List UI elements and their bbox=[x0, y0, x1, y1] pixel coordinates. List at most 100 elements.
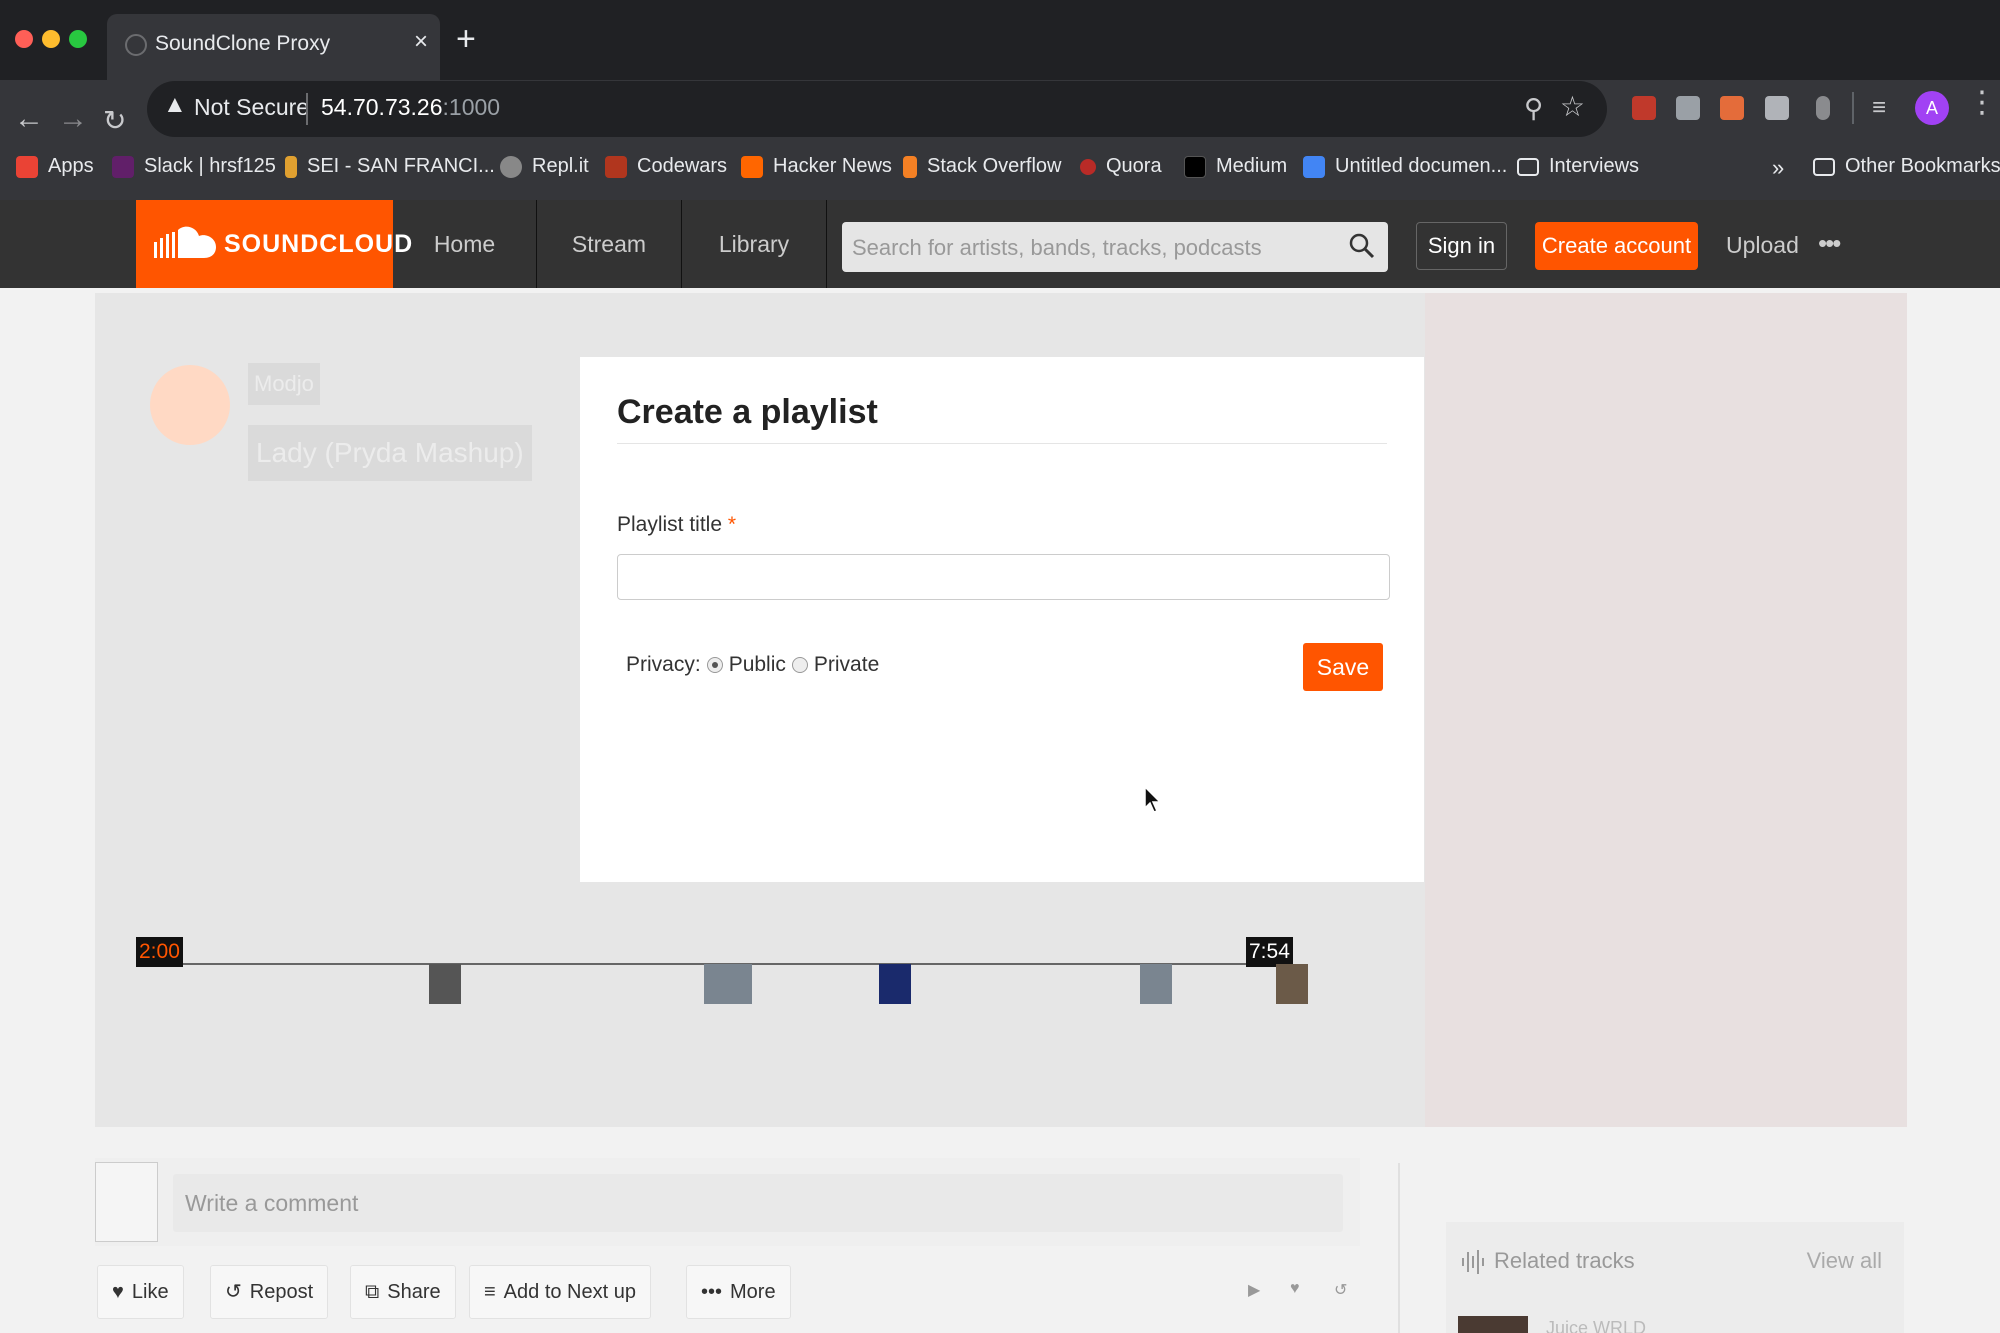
security-label[interactable]: Not Secure bbox=[194, 94, 309, 121]
more-options-icon[interactable]: ••• bbox=[1818, 228, 1841, 259]
codewars-icon bbox=[605, 155, 627, 178]
search-input[interactable]: Search for artists, bands, tracks, podca… bbox=[842, 222, 1388, 272]
comment-avatar-thumb[interactable] bbox=[1276, 964, 1308, 1004]
google-docs-icon bbox=[1303, 155, 1325, 178]
apps-grid-icon bbox=[16, 155, 38, 178]
current-time: 2:00 bbox=[136, 937, 183, 967]
url-text[interactable]: 54.70.73.26:1000 bbox=[321, 94, 500, 121]
quora-icon bbox=[1080, 158, 1096, 175]
repost-icon: ↺ bbox=[225, 1281, 242, 1303]
browser-tab-bar: SoundClone Proxy × + bbox=[0, 0, 2000, 80]
bookmarks-bar: Apps Slack | hrsf125 SEI - SAN FRANCI...… bbox=[0, 145, 2000, 200]
related-track-artwork[interactable] bbox=[1458, 1316, 1528, 1333]
queue-add-icon: ≡ bbox=[484, 1281, 496, 1303]
share-button[interactable]: ⧉ Share bbox=[350, 1265, 456, 1319]
bookmark-apps[interactable]: Apps bbox=[16, 155, 94, 178]
zoom-icon[interactable]: ⚲ bbox=[1524, 93, 1543, 124]
search-placeholder: Search for artists, bands, tracks, podca… bbox=[852, 235, 1262, 260]
extension-k-icon[interactable] bbox=[1676, 96, 1700, 120]
new-tab-button[interactable]: + bbox=[456, 22, 476, 56]
bookmark-sei[interactable]: SEI - SAN FRANCI... bbox=[285, 155, 495, 178]
nav-stream[interactable]: Stream bbox=[537, 200, 682, 288]
likes-count-icon: ♥ bbox=[1290, 1280, 1300, 1297]
related-track-artist[interactable]: Juice WRLD bbox=[1546, 1318, 1646, 1333]
user-avatar bbox=[95, 1162, 158, 1242]
sign-in-button[interactable]: Sign in bbox=[1416, 222, 1507, 270]
toolbar-separator bbox=[1852, 92, 1854, 124]
mouse-cursor-icon bbox=[1144, 786, 1162, 813]
extension-chat-icon[interactable] bbox=[1765, 96, 1789, 120]
bookmark-slack[interactable]: Slack | hrsf125 bbox=[112, 155, 276, 178]
nav-library[interactable]: Library bbox=[682, 200, 827, 288]
comment-avatar-thumb[interactable] bbox=[879, 964, 911, 1004]
reload-icon[interactable]: ↻ bbox=[103, 104, 126, 137]
maximize-window-button[interactable] bbox=[69, 30, 87, 48]
comment-avatar-thumb[interactable] bbox=[704, 964, 752, 1004]
bookmark-medium[interactable]: Medium bbox=[1184, 155, 1287, 178]
playlist-title-input[interactable] bbox=[617, 554, 1390, 600]
bookmark-replit[interactable]: Repl.it bbox=[500, 155, 589, 178]
slack-icon bbox=[112, 155, 134, 178]
soundcloud-cloud-icon bbox=[154, 226, 216, 258]
comment-form: Write a comment bbox=[95, 1158, 1360, 1246]
view-all-link[interactable]: View all bbox=[1807, 1248, 1882, 1274]
play-button[interactable] bbox=[150, 365, 230, 445]
other-bookmarks[interactable]: Other Bookmarks bbox=[1813, 155, 2000, 178]
track-duration: 7:54 bbox=[1246, 937, 1293, 967]
comment-avatar-thumb[interactable] bbox=[429, 964, 461, 1004]
public-radio[interactable] bbox=[706, 657, 723, 673]
bookmark-star-icon[interactable]: ☆ bbox=[1560, 90, 1585, 123]
like-button[interactable]: ♥ Like bbox=[97, 1265, 184, 1319]
close-window-button[interactable] bbox=[15, 30, 33, 48]
bookmark-interviews[interactable]: Interviews bbox=[1517, 155, 1639, 178]
track-artwork bbox=[1425, 293, 1907, 1127]
extension-fire-icon[interactable] bbox=[1720, 96, 1744, 120]
playlist-title-label: Playlist title * bbox=[617, 513, 737, 536]
browser-menu-icon[interactable]: ⋮ bbox=[1967, 88, 1997, 118]
privacy-options: Privacy: Public Private bbox=[626, 653, 879, 677]
browser-tab[interactable]: SoundClone Proxy × bbox=[107, 14, 440, 80]
bookmarks-overflow-icon[interactable]: » bbox=[1772, 155, 1784, 181]
forward-arrow-icon[interactable]: → bbox=[58, 102, 88, 136]
share-icon: ⧉ bbox=[365, 1281, 380, 1303]
track-artist[interactable]: Modjo bbox=[248, 363, 320, 405]
private-label[interactable]: Private bbox=[814, 653, 879, 677]
save-button[interactable]: Save bbox=[1303, 643, 1383, 691]
stack-overflow-icon bbox=[903, 155, 917, 178]
column-divider bbox=[1398, 1163, 1400, 1333]
extension-mic-icon[interactable] bbox=[1816, 96, 1830, 120]
warning-icon: ▲ bbox=[163, 91, 187, 118]
bookmark-untitled-document[interactable]: Untitled documen... bbox=[1303, 155, 1507, 178]
waveform-icon bbox=[1462, 1250, 1484, 1274]
search-icon[interactable] bbox=[1348, 232, 1376, 260]
ellipsis-icon: ••• bbox=[701, 1281, 723, 1303]
heart-icon: ♥ bbox=[112, 1281, 124, 1303]
add-to-next-up-button[interactable]: ≡ Add to Next up bbox=[469, 1265, 651, 1319]
bookmark-stack-overflow[interactable]: Stack Overflow bbox=[903, 155, 1061, 178]
public-label[interactable]: Public bbox=[729, 653, 786, 677]
track-title: Lady (Pryda Mashup) bbox=[248, 425, 532, 481]
soundcloud-logo[interactable]: SOUNDCLOUD bbox=[136, 200, 412, 288]
reading-list-icon[interactable]: ≡ bbox=[1872, 96, 1896, 120]
hacker-news-icon bbox=[741, 155, 763, 178]
ublock-extension-icon[interactable] bbox=[1632, 96, 1656, 120]
nav-home[interactable]: Home bbox=[393, 200, 537, 288]
comment-input[interactable]: Write a comment bbox=[173, 1174, 1343, 1232]
comment-avatar-thumb[interactable] bbox=[1140, 964, 1172, 1004]
tab-title: SoundClone Proxy bbox=[155, 32, 331, 55]
bookmark-quora[interactable]: Quora bbox=[1080, 155, 1162, 178]
upload-link[interactable]: Upload bbox=[1726, 232, 1799, 259]
bookmark-hacker-news[interactable]: Hacker News bbox=[741, 155, 892, 178]
logo-text: SOUNDCLOUD bbox=[224, 230, 414, 258]
back-arrow-icon[interactable]: ← bbox=[14, 102, 44, 136]
tab-close-icon[interactable]: × bbox=[414, 28, 428, 56]
more-button[interactable]: ••• More bbox=[686, 1265, 791, 1319]
private-radio[interactable] bbox=[791, 657, 808, 673]
minimize-window-button[interactable] bbox=[42, 30, 60, 48]
folder-icon bbox=[1517, 157, 1539, 176]
address-bar[interactable]: ▲ Not Secure 54.70.73.26:1000 ⚲ ☆ bbox=[147, 81, 1607, 137]
bookmark-codewars[interactable]: Codewars bbox=[605, 155, 727, 178]
profile-avatar[interactable]: A bbox=[1915, 91, 1949, 125]
create-account-button[interactable]: Create account bbox=[1535, 222, 1698, 270]
repost-button[interactable]: ↺ Repost bbox=[210, 1265, 329, 1319]
